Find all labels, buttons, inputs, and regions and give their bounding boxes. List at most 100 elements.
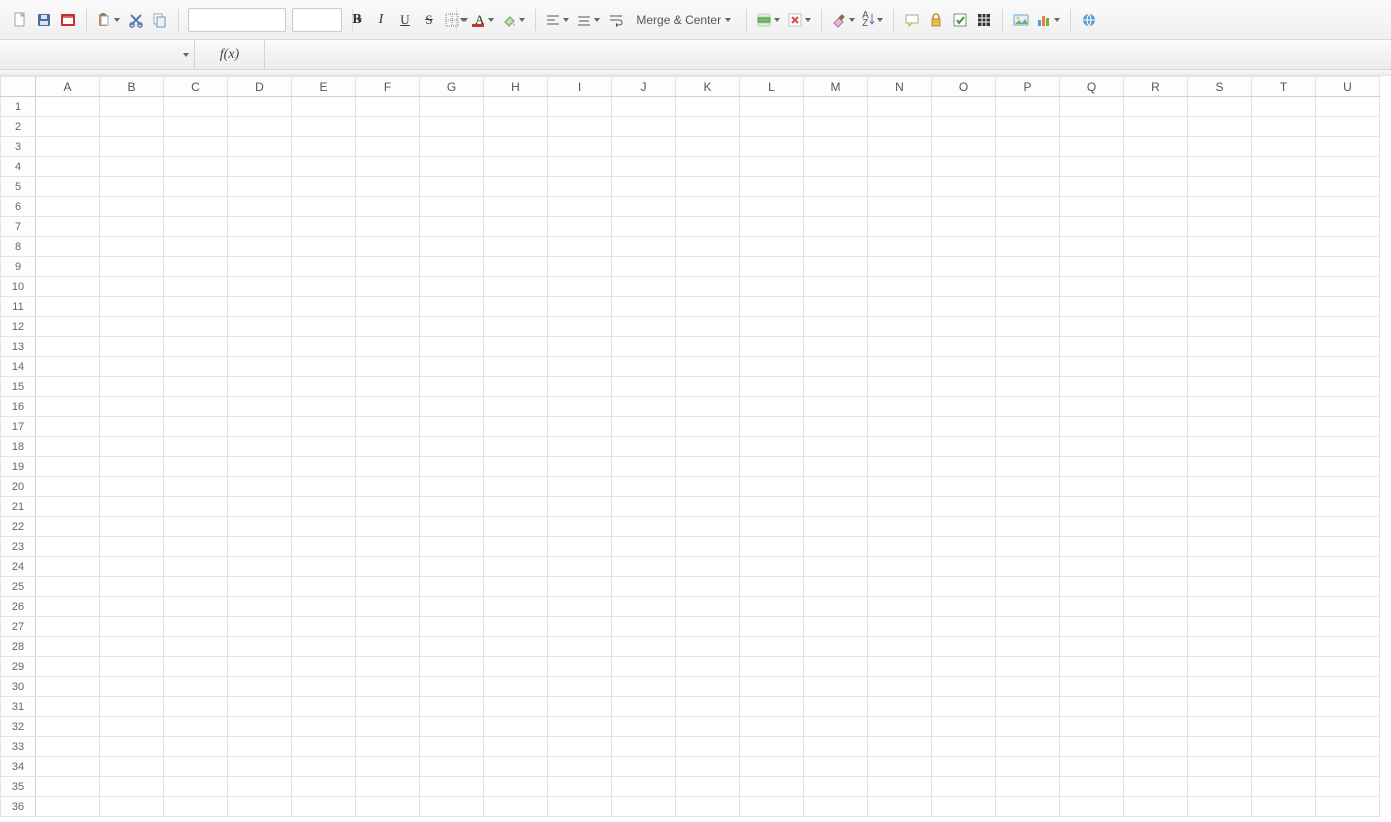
cell-A12[interactable] bbox=[36, 317, 100, 337]
validation-button[interactable] bbox=[949, 7, 971, 33]
cell-F1[interactable] bbox=[356, 97, 420, 117]
cell-S3[interactable] bbox=[1188, 137, 1252, 157]
cell-C17[interactable] bbox=[164, 417, 228, 437]
delete-cells-button[interactable] bbox=[785, 7, 814, 33]
cell-R8[interactable] bbox=[1124, 237, 1188, 257]
cell-C6[interactable] bbox=[164, 197, 228, 217]
cell-T5[interactable] bbox=[1252, 177, 1316, 197]
cell-A19[interactable] bbox=[36, 457, 100, 477]
column-header-A[interactable]: A bbox=[36, 77, 100, 97]
cell-A16[interactable] bbox=[36, 397, 100, 417]
cell-K24[interactable] bbox=[676, 557, 740, 577]
cell-G10[interactable] bbox=[420, 277, 484, 297]
cell-R18[interactable] bbox=[1124, 437, 1188, 457]
borders-button[interactable] bbox=[442, 7, 471, 33]
cell-T12[interactable] bbox=[1252, 317, 1316, 337]
cell-U9[interactable] bbox=[1316, 257, 1380, 277]
cell-D12[interactable] bbox=[228, 317, 292, 337]
cell-A30[interactable] bbox=[36, 677, 100, 697]
cell-F28[interactable] bbox=[356, 637, 420, 657]
cell-O1[interactable] bbox=[932, 97, 996, 117]
cell-K33[interactable] bbox=[676, 737, 740, 757]
cell-M25[interactable] bbox=[804, 577, 868, 597]
cell-P32[interactable] bbox=[996, 717, 1060, 737]
cell-U13[interactable] bbox=[1316, 337, 1380, 357]
column-header-L[interactable]: L bbox=[740, 77, 804, 97]
cell-R12[interactable] bbox=[1124, 317, 1188, 337]
cell-J31[interactable] bbox=[612, 697, 676, 717]
cell-M19[interactable] bbox=[804, 457, 868, 477]
cell-P23[interactable] bbox=[996, 537, 1060, 557]
cell-I2[interactable] bbox=[548, 117, 612, 137]
cell-F20[interactable] bbox=[356, 477, 420, 497]
column-header-O[interactable]: O bbox=[932, 77, 996, 97]
cell-H32[interactable] bbox=[484, 717, 548, 737]
cell-M11[interactable] bbox=[804, 297, 868, 317]
cell-E4[interactable] bbox=[292, 157, 356, 177]
cell-E36[interactable] bbox=[292, 797, 356, 817]
select-all-corner[interactable] bbox=[1, 77, 36, 97]
cell-L3[interactable] bbox=[740, 137, 804, 157]
cell-B23[interactable] bbox=[100, 537, 164, 557]
cell-K31[interactable] bbox=[676, 697, 740, 717]
cell-C10[interactable] bbox=[164, 277, 228, 297]
column-header-F[interactable]: F bbox=[356, 77, 420, 97]
cell-T9[interactable] bbox=[1252, 257, 1316, 277]
cell-H7[interactable] bbox=[484, 217, 548, 237]
cell-L11[interactable] bbox=[740, 297, 804, 317]
vertical-align-button[interactable] bbox=[574, 7, 603, 33]
cell-H20[interactable] bbox=[484, 477, 548, 497]
cell-U32[interactable] bbox=[1316, 717, 1380, 737]
cell-I30[interactable] bbox=[548, 677, 612, 697]
cell-C23[interactable] bbox=[164, 537, 228, 557]
cell-O8[interactable] bbox=[932, 237, 996, 257]
row-header-7[interactable]: 7 bbox=[1, 217, 36, 237]
cell-N23[interactable] bbox=[868, 537, 932, 557]
fill-color-button[interactable] bbox=[499, 7, 528, 33]
cell-J9[interactable] bbox=[612, 257, 676, 277]
cell-P17[interactable] bbox=[996, 417, 1060, 437]
cell-K7[interactable] bbox=[676, 217, 740, 237]
cell-P27[interactable] bbox=[996, 617, 1060, 637]
cell-O22[interactable] bbox=[932, 517, 996, 537]
cell-F23[interactable] bbox=[356, 537, 420, 557]
cell-S9[interactable] bbox=[1188, 257, 1252, 277]
cell-R36[interactable] bbox=[1124, 797, 1188, 817]
cell-B27[interactable] bbox=[100, 617, 164, 637]
gridlines-button[interactable] bbox=[973, 7, 995, 33]
cell-D7[interactable] bbox=[228, 217, 292, 237]
cell-L36[interactable] bbox=[740, 797, 804, 817]
cell-F13[interactable] bbox=[356, 337, 420, 357]
cell-D11[interactable] bbox=[228, 297, 292, 317]
row-header-5[interactable]: 5 bbox=[1, 177, 36, 197]
cell-L35[interactable] bbox=[740, 777, 804, 797]
column-header-B[interactable]: B bbox=[100, 77, 164, 97]
cell-N4[interactable] bbox=[868, 157, 932, 177]
cell-K1[interactable] bbox=[676, 97, 740, 117]
cell-U4[interactable] bbox=[1316, 157, 1380, 177]
column-header-Q[interactable]: Q bbox=[1060, 77, 1124, 97]
cell-F30[interactable] bbox=[356, 677, 420, 697]
cell-I24[interactable] bbox=[548, 557, 612, 577]
cell-T10[interactable] bbox=[1252, 277, 1316, 297]
cell-A35[interactable] bbox=[36, 777, 100, 797]
cell-A8[interactable] bbox=[36, 237, 100, 257]
cell-Q10[interactable] bbox=[1060, 277, 1124, 297]
cell-D28[interactable] bbox=[228, 637, 292, 657]
cell-I32[interactable] bbox=[548, 717, 612, 737]
row-header-23[interactable]: 23 bbox=[1, 537, 36, 557]
paste-button[interactable] bbox=[94, 7, 123, 33]
column-header-H[interactable]: H bbox=[484, 77, 548, 97]
cell-O25[interactable] bbox=[932, 577, 996, 597]
row-header-35[interactable]: 35 bbox=[1, 777, 36, 797]
cell-S10[interactable] bbox=[1188, 277, 1252, 297]
cell-F24[interactable] bbox=[356, 557, 420, 577]
cell-I21[interactable] bbox=[548, 497, 612, 517]
cell-R30[interactable] bbox=[1124, 677, 1188, 697]
cell-E1[interactable] bbox=[292, 97, 356, 117]
cell-T16[interactable] bbox=[1252, 397, 1316, 417]
cell-E24[interactable] bbox=[292, 557, 356, 577]
cell-U12[interactable] bbox=[1316, 317, 1380, 337]
cell-J4[interactable] bbox=[612, 157, 676, 177]
cell-J16[interactable] bbox=[612, 397, 676, 417]
